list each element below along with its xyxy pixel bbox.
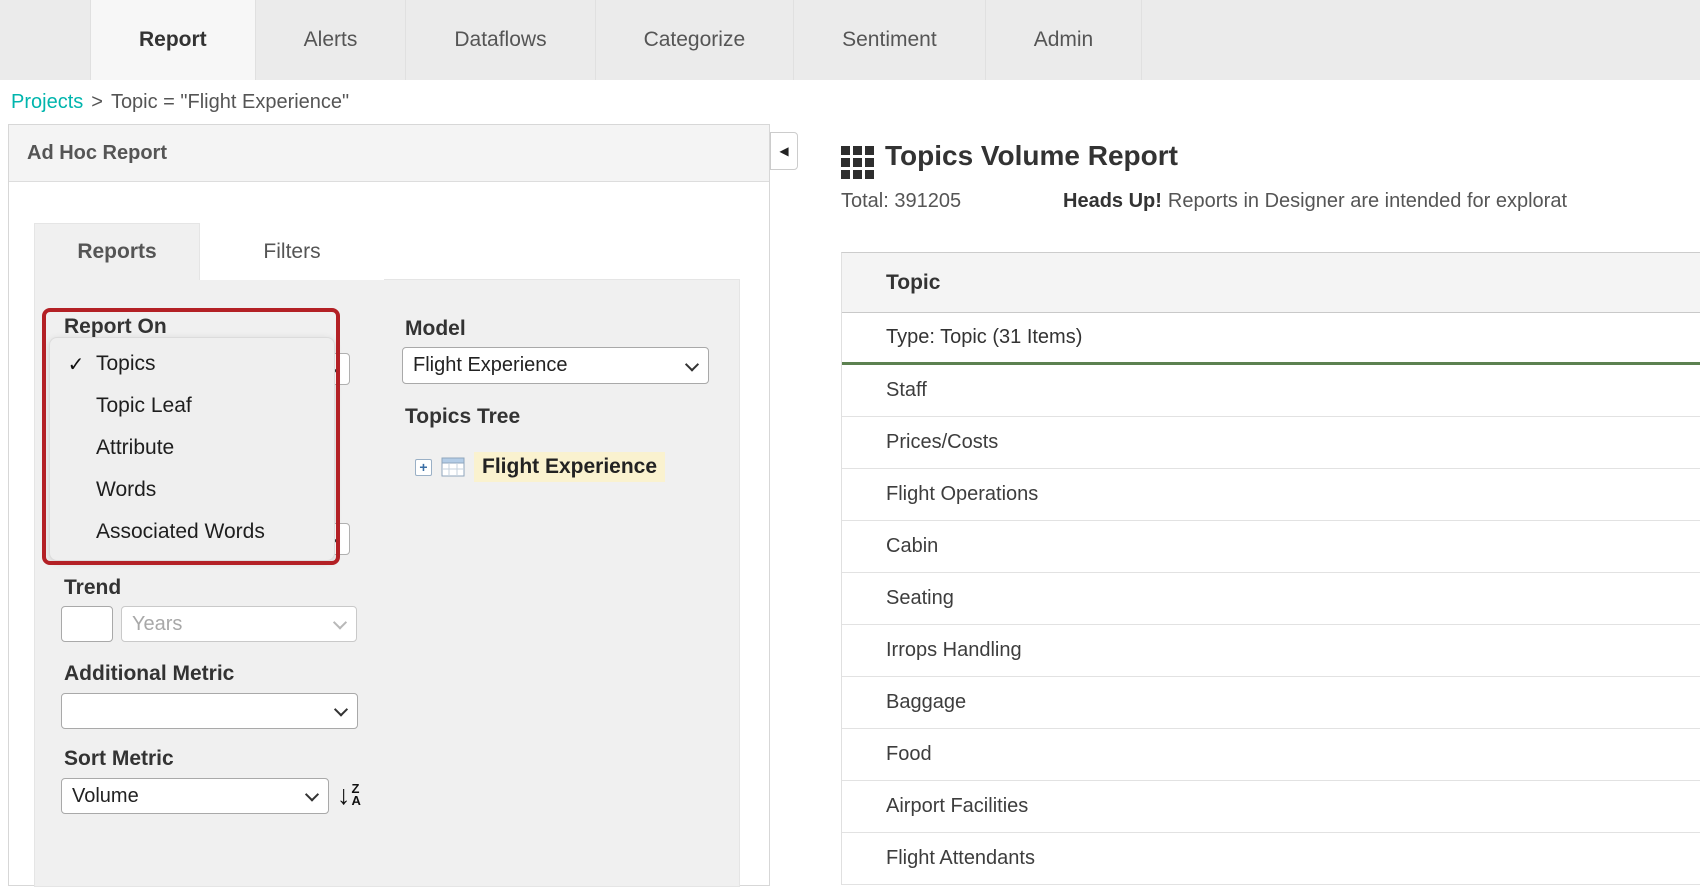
table-header-topic[interactable]: Topic (842, 253, 1700, 313)
table-row[interactable]: Flight Attendants (842, 833, 1700, 885)
trend-count-input[interactable] (61, 606, 113, 642)
topics-tree-root-row: + Flight Experience (415, 450, 665, 484)
chevron-down-icon (334, 702, 348, 716)
chevron-down-icon (685, 357, 699, 371)
report-on-option-label: Topic Leaf (96, 394, 192, 418)
checkmark-icon (64, 352, 88, 377)
additional-metric-select[interactable] (61, 693, 358, 729)
top-navigation: Report Alerts Dataflows Categorize Senti… (0, 0, 1700, 80)
sort-letter-a: A (352, 795, 361, 807)
notice-heading: Heads Up! (1063, 190, 1162, 212)
breadcrumb-current: Topic = "Flight Experience" (111, 91, 349, 114)
table-row[interactable]: Seating (842, 573, 1700, 625)
model-select-value: Flight Experience (413, 354, 568, 377)
table-row[interactable]: Airport Facilities (842, 781, 1700, 833)
sort-descending-icon: ↓ (337, 782, 351, 809)
report-title: Topics Volume Report (885, 140, 1178, 172)
chevron-down-icon (333, 615, 347, 629)
report-grid-icon (841, 146, 874, 179)
report-total: Total: 391205 (841, 190, 1063, 213)
sort-metric-label: Sort Metric (64, 747, 174, 771)
nav-tab[interactable]: Dataflows (406, 0, 595, 80)
collapse-panel-button[interactable]: ◀ (770, 132, 798, 170)
report-on-option[interactable]: Words (50, 469, 334, 511)
tab-filters[interactable]: Filters (200, 223, 384, 280)
model-select[interactable]: Flight Experience (402, 347, 709, 384)
sort-order-button[interactable]: ↓ Z A (337, 775, 361, 815)
table-row[interactable]: Flight Operations (842, 469, 1700, 521)
notice-text: Reports in Designer are intended for exp… (1168, 190, 1567, 212)
table-row[interactable]: Food (842, 729, 1700, 781)
tree-expand-icon[interactable]: + (415, 459, 432, 476)
chevron-down-icon (305, 787, 319, 801)
table-row[interactable]: Prices/Costs (842, 417, 1700, 469)
report-on-label: Report On (64, 315, 167, 339)
nav-tab[interactable]: Admin (986, 0, 1143, 80)
nav-tab[interactable]: Sentiment (794, 0, 986, 80)
report-on-option[interactable]: Attribute (50, 427, 334, 469)
report-on-option-label: Associated Words (96, 520, 265, 544)
trend-label: Trend (64, 576, 121, 600)
sort-metric-value: Volume (72, 785, 139, 808)
topics-table: Topic Type: Topic (31 Items) Staff Price… (841, 252, 1700, 885)
trend-period-select[interactable]: Years (121, 606, 357, 642)
nav-tab[interactable]: Report (90, 0, 256, 80)
table-type-row: Type: Topic (31 Items) (842, 313, 1700, 365)
table-row[interactable]: Cabin (842, 521, 1700, 573)
report-on-option[interactable]: Associated Words (50, 511, 334, 553)
trend-period-value: Years (132, 613, 182, 636)
table-row[interactable]: Baggage (842, 677, 1700, 729)
report-on-option[interactable]: Topic Leaf (50, 385, 334, 427)
breadcrumb-separator: > (91, 91, 103, 114)
report-on-option-label: Words (96, 478, 156, 502)
report-on-option[interactable]: Topics (50, 343, 334, 385)
sort-za-icon: Z A (352, 783, 361, 807)
topics-tree-label: Topics Tree (405, 405, 520, 429)
nav-tab[interactable]: Categorize (596, 0, 795, 80)
additional-metric-label: Additional Metric (64, 662, 234, 686)
report-on-option-label: Topics (96, 352, 156, 376)
sort-metric-select[interactable]: Volume (61, 778, 329, 814)
nav-tab[interactable]: Alerts (256, 0, 407, 80)
ad-hoc-report-panel: Ad Hoc Report Reports Filters Report On … (8, 124, 770, 886)
report-on-option-label: Attribute (96, 436, 174, 460)
panel-title: Ad Hoc Report (9, 125, 769, 182)
breadcrumb: Projects > Topic = "Flight Experience" (0, 80, 1700, 124)
table-row[interactable]: Staff (842, 365, 1700, 417)
model-label: Model (405, 317, 466, 341)
tree-node-flight-experience[interactable]: Flight Experience (474, 452, 665, 482)
breadcrumb-projects-link[interactable]: Projects (11, 91, 83, 114)
report-on-dropdown-list: Topics Topic Leaf Attribute Words Associ… (49, 337, 335, 561)
model-node-icon (441, 457, 465, 477)
tab-reports[interactable]: Reports (34, 223, 200, 280)
table-body: Staff Prices/Costs Flight Operations Cab… (842, 365, 1700, 885)
report-summary-line: Total: 391205Heads Up! Reports in Designe… (841, 190, 1700, 218)
table-row[interactable]: Irrops Handling (842, 625, 1700, 677)
